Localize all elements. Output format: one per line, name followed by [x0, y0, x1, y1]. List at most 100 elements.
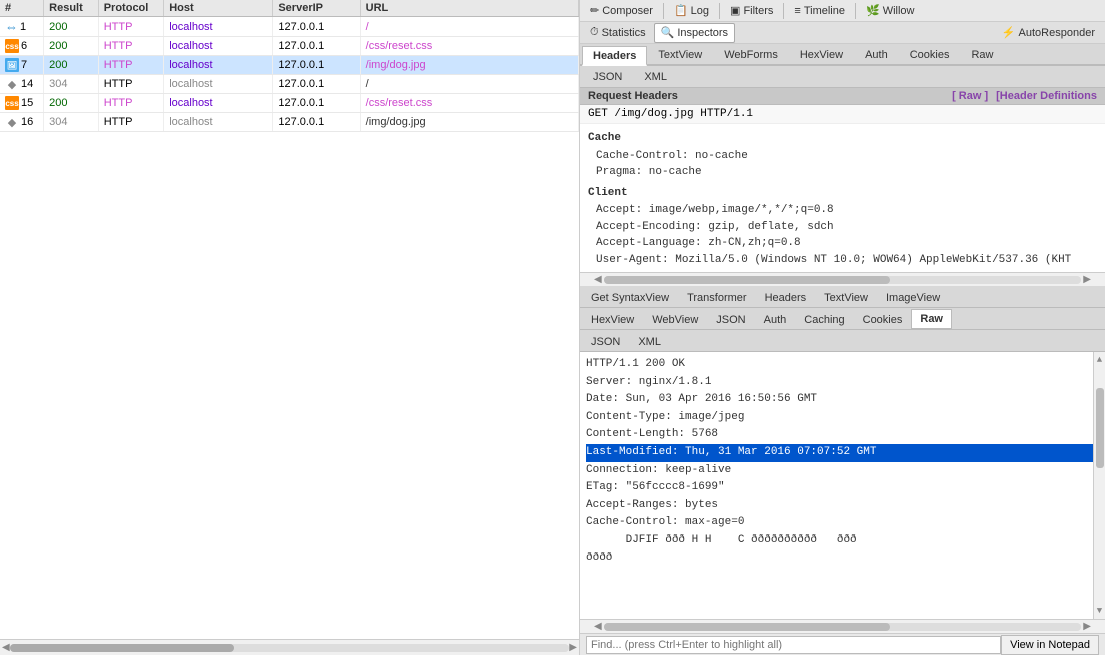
- response-vscroll[interactable]: ▲ ▼: [1093, 352, 1105, 619]
- resp-tab-headers[interactable]: Headers: [756, 287, 816, 307]
- headers-body: Cache Cache-Control: no-cache Pragma: no…: [580, 124, 1105, 272]
- accept-encoding-header: Accept-Encoding: gzip, deflate, sdch: [588, 219, 1097, 236]
- resp-tab-textview[interactable]: TextView: [815, 287, 877, 307]
- row-num-val: 1: [20, 21, 26, 33]
- resp-hscroll-left[interactable]: ◀: [594, 621, 602, 632]
- left-hscroll[interactable]: ◀ ▶: [0, 639, 579, 655]
- autoresponder-button[interactable]: ⚡ AutoResponder: [996, 23, 1101, 43]
- resp-tab-auth[interactable]: Auth: [755, 309, 796, 329]
- statistics-label: Statistics: [602, 27, 646, 39]
- resp-hscroll[interactable]: ◀ ▶: [580, 619, 1105, 633]
- css-icon: css: [5, 96, 19, 110]
- row-host: localhost: [164, 56, 273, 75]
- log-label: Log: [691, 5, 709, 17]
- tab-textview[interactable]: TextView: [647, 44, 713, 64]
- filter-icon: ▣: [730, 4, 740, 17]
- req-hscroll[interactable]: ◀ ▶: [580, 272, 1105, 286]
- log-button[interactable]: 📋 Log: [668, 1, 715, 21]
- vscroll-thumb[interactable]: [1096, 388, 1104, 468]
- find-input[interactable]: [586, 636, 1001, 654]
- vscroll-down-arrow[interactable]: ▼: [1096, 603, 1103, 619]
- col-header-host: Host: [164, 0, 273, 17]
- table-row[interactable]: css6200HTTPlocalhost127.0.0.1/css/reset.…: [0, 37, 579, 56]
- view-notepad-button[interactable]: View in Notepad: [1001, 635, 1099, 655]
- req-hscroll-right[interactable]: ▶: [1083, 274, 1091, 285]
- raw-link[interactable]: [ Raw ]: [952, 90, 988, 102]
- row-url: /img/dog.jpg: [360, 113, 578, 132]
- log-icon: 📋: [674, 4, 688, 17]
- req-hscroll-left[interactable]: ◀: [594, 274, 602, 285]
- resp-tab-json2[interactable]: JSON: [582, 331, 629, 351]
- request-line: GET /img/dog.jpg HTTP/1.1: [580, 105, 1105, 124]
- inspectors-button[interactable]: 🔍 Inspectors: [654, 23, 735, 43]
- tab-webforms[interactable]: WebForms: [713, 44, 789, 64]
- timeline-button[interactable]: ≡ Timeline: [788, 1, 851, 21]
- col-header-protocol: Protocol: [98, 0, 163, 17]
- row-num: css15: [0, 94, 44, 113]
- header-definitions-link[interactable]: [Header Definitions: [996, 90, 1097, 102]
- separator3: [783, 3, 784, 19]
- request-headers-section: Request Headers [ Raw ] [Header Definiti…: [580, 88, 1105, 272]
- toolbar-row1: ✏ Composer 📋 Log ▣ Filters ≡ Timeline 🌿 …: [580, 0, 1105, 22]
- row-url: /img/dog.jpg: [360, 56, 578, 75]
- main-container: # Result Protocol Host ServerIP URL ⇔120…: [0, 0, 1105, 655]
- left-hscroll-track: [10, 644, 570, 652]
- tab-raw[interactable]: Raw: [960, 44, 1004, 64]
- response-line: Connection: keep-alive: [586, 462, 1099, 480]
- row-num-val: 15: [21, 97, 33, 109]
- left-hscroll-left-arrow[interactable]: ◀: [2, 642, 10, 653]
- vscroll-up-arrow[interactable]: ▲: [1096, 352, 1103, 368]
- left-hscroll-thumb[interactable]: [10, 644, 234, 652]
- col-header-url: URL: [360, 0, 578, 17]
- row-serverip: 127.0.0.1: [273, 75, 360, 94]
- composer-button[interactable]: ✏ Composer: [584, 1, 659, 21]
- filters-label: Filters: [743, 5, 773, 17]
- composer-label: Composer: [602, 5, 653, 17]
- timeline-label: Timeline: [804, 5, 845, 17]
- table-row[interactable]: ⇔1200HTTPlocalhost127.0.0.1/: [0, 17, 579, 37]
- tab-cookies[interactable]: Cookies: [899, 44, 961, 64]
- statistics-icon: ⏱: [590, 26, 599, 39]
- inspectors-icon: 🔍: [661, 26, 675, 39]
- tab-hexview[interactable]: HexView: [789, 44, 854, 64]
- resp-tab-webview[interactable]: WebView: [643, 309, 707, 329]
- table-row[interactable]: css15200HTTPlocalhost127.0.0.1/css/reset…: [0, 94, 579, 113]
- response-tabs-row3: JSON XML: [580, 330, 1105, 352]
- req-hscroll-thumb[interactable]: [604, 276, 891, 284]
- tab-auth[interactable]: Auth: [854, 44, 899, 64]
- row-url: /css/reset.css: [360, 37, 578, 56]
- filters-button[interactable]: ▣ Filters: [724, 1, 779, 21]
- resp-tab-caching[interactable]: Caching: [795, 309, 853, 329]
- inspectors-label: Inspectors: [677, 27, 728, 39]
- tab-json[interactable]: JSON: [582, 66, 633, 86]
- resp-tab-transformer[interactable]: Transformer: [678, 287, 756, 307]
- tab-xml[interactable]: XML: [633, 66, 678, 86]
- section-header: Request Headers [ Raw ] [Header Definiti…: [580, 88, 1105, 105]
- row-url: /: [360, 75, 578, 94]
- resp-tab-hexview[interactable]: HexView: [582, 309, 643, 329]
- resp-hscroll-thumb[interactable]: [604, 623, 891, 631]
- tab-headers[interactable]: Headers: [582, 46, 647, 66]
- row-host: localhost: [164, 75, 273, 94]
- resp-hscroll-right[interactable]: ▶: [1083, 621, 1091, 632]
- resp-tab-syntaxview[interactable]: Get SyntaxView: [582, 287, 678, 307]
- resp-tab-imageview[interactable]: ImageView: [877, 287, 949, 307]
- table-row[interactable]: ◆16304HTTPlocalhost127.0.0.1/img/dog.jpg: [0, 113, 579, 132]
- left-hscroll-right-arrow[interactable]: ▶: [569, 642, 577, 653]
- resp-tab-cookies[interactable]: Cookies: [854, 309, 912, 329]
- row-host: localhost: [164, 17, 273, 37]
- resp-tab-xml[interactable]: XML: [629, 331, 670, 351]
- bottom-bar: View in Notepad: [580, 633, 1105, 655]
- response-line: ðððð: [586, 550, 1099, 568]
- table-row[interactable]: 🖼7200HTTPlocalhost127.0.0.1/img/dog.jpg: [0, 56, 579, 75]
- willow-button[interactable]: 🌿 Willow: [860, 1, 920, 21]
- row-protocol: HTTP: [98, 37, 163, 56]
- statistics-button[interactable]: ⏱ Statistics: [584, 23, 652, 43]
- table-row[interactable]: ◆14304HTTPlocalhost127.0.0.1/: [0, 75, 579, 94]
- response-line: Accept-Ranges: bytes: [586, 497, 1099, 515]
- pencil-icon: ✏: [590, 4, 599, 17]
- resp-tab-json[interactable]: JSON: [707, 309, 754, 329]
- row-url: /: [360, 17, 578, 37]
- resp-tab-raw[interactable]: Raw: [911, 309, 952, 329]
- separator2: [719, 3, 720, 19]
